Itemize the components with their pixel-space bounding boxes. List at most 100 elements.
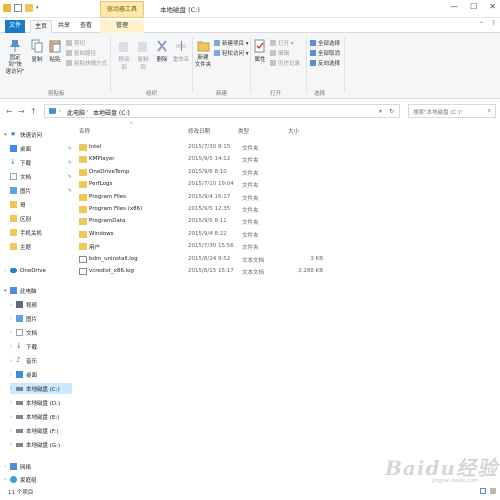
file-name: Program Files (x86) (89, 206, 143, 212)
rename-button[interactable]: 重命名 (172, 39, 190, 63)
file-row[interactable]: Intel 2015/7/30 8:15 文件夹 (79, 142, 399, 153)
nav-homegroup[interactable]: › 家庭组 (4, 474, 72, 485)
chevron-down-icon[interactable]: ▾ (36, 4, 42, 12)
nav-quick-item[interactable]: ↓ 下载 ✎ (10, 157, 78, 168)
file-name: Windows (89, 230, 114, 237)
pin-icon: ✎ (67, 159, 72, 166)
nav-pc-item[interactable]: › ♪ 音乐 (10, 355, 78, 366)
file-row[interactable]: PerfLogs 2015/7/10 19:04 文件夹 (79, 179, 399, 190)
nav-quick-item[interactable]: 文档 ✎ (10, 171, 78, 182)
search-input[interactable]: 搜索"本地磁盘 (C:)" ⌕ (408, 104, 496, 118)
copy-to-button[interactable]: 复制到 (135, 39, 151, 71)
nav-label: 主题 (20, 244, 32, 251)
new-folder-button[interactable]: 新建 文件夹 (194, 39, 212, 69)
properties-icon[interactable] (14, 4, 22, 12)
tab-manage[interactable]: 管理 (100, 20, 144, 33)
address-dropdown-icon[interactable]: ▾ (379, 108, 382, 115)
breadcrumb-this-pc[interactable]: 此电脑 (67, 108, 85, 117)
invert-selection-button[interactable]: 反向选择 (310, 59, 340, 67)
properties-button[interactable]: 属性 (253, 39, 267, 63)
history-button[interactable]: 历史记录 (270, 59, 300, 67)
nav-pc-item[interactable]: › 本地磁盘 (F:) (10, 425, 78, 436)
nav-pc-item[interactable]: › 本地磁盘 (C:) (10, 383, 72, 394)
up-button[interactable]: ↑ (30, 107, 37, 116)
details-view-icon[interactable] (480, 488, 486, 494)
nav-quick-access[interactable]: ▾ ★ 快速访问 (4, 129, 72, 140)
nav-label: 区别 (20, 216, 32, 223)
maximize-button[interactable]: ☐ (470, 2, 477, 11)
select-all-button[interactable]: 全部选择 (310, 39, 340, 47)
nav-quick-item[interactable]: 图片 ✎ (10, 185, 78, 196)
back-button[interactable]: ← (6, 107, 13, 116)
nav-label: 视频 (26, 302, 38, 309)
copy-path-button[interactable]: 复制路径 (66, 49, 96, 57)
breadcrumb-separator: › (86, 108, 89, 115)
nav-pc-item[interactable]: › 图片 (10, 313, 78, 324)
select-none-button[interactable]: 全部取消 (310, 49, 340, 57)
ribbon-collapse-button[interactable]: ⌃ (479, 21, 484, 28)
nav-pc-item[interactable]: › 文档 (10, 327, 78, 338)
tab-view[interactable]: 查看 (77, 20, 95, 33)
column-header-date[interactable]: 修改日期 (188, 127, 210, 135)
column-header-type[interactable]: 类型 (238, 127, 249, 135)
nav-quick-item[interactable]: 主题 (10, 241, 78, 252)
nav-quick-item[interactable]: 区别 (10, 213, 78, 224)
file-row[interactable]: 用户 2015/7/30 15:56 文件夹 (79, 241, 399, 252)
nav-quick-item[interactable]: 哥 (10, 199, 78, 210)
pin-quick-access-button[interactable]: 固定到"快 速访问" (4, 39, 26, 76)
nav-pc-item[interactable]: › 本地磁盘 (G:) (10, 439, 78, 450)
help-button[interactable]: ? (492, 20, 495, 27)
open-button[interactable]: 打开 ▾ (270, 39, 294, 47)
column-header-name[interactable]: 名称 (79, 127, 90, 135)
tab-share[interactable]: 共享 (55, 20, 73, 33)
refresh-icon[interactable]: ↻ (389, 108, 394, 115)
folder-icon (79, 230, 87, 238)
edit-button[interactable]: 编辑 (270, 49, 289, 57)
file-row[interactable]: Windows 2015/9/4 8:22 文件夹 (79, 229, 399, 240)
file-row[interactable]: OneDriveTemp 2015/9/6 8:10 文件夹 (79, 167, 399, 178)
nav-pc-item[interactable]: › 本地磁盘 (E:) (10, 411, 78, 422)
address-bar[interactable]: › 此电脑 › 本地磁盘 (C:) › ▾ ↻ (44, 104, 400, 118)
nav-quick-item[interactable]: 手机关机 (10, 227, 78, 238)
document-icon (16, 329, 23, 336)
tab-home[interactable]: 主页 (30, 20, 52, 33)
cut-icon (66, 40, 72, 46)
forward-button[interactable]: → (18, 107, 25, 116)
nav-network[interactable]: › 网络 (4, 461, 72, 472)
file-row[interactable]: vcredist_x86.log 2015/8/15 15:17 文本文档 2,288… (79, 266, 399, 277)
cut-button[interactable]: 剪切 (66, 39, 85, 47)
new-item-label: 新建项目 ▾ (222, 41, 249, 47)
nav-onedrive[interactable]: › OneDrive (4, 265, 72, 276)
ribbon-separator (110, 37, 111, 93)
delete-button[interactable]: 删除 (154, 39, 170, 63)
paste-button[interactable]: 粘贴 (47, 39, 63, 63)
file-date: 2015/7/30 8:15 (188, 144, 231, 150)
file-row[interactable]: KMPlayer 2015/9/5 14:12 文件夹 (79, 154, 399, 165)
nav-quick-item[interactable]: 桌面 ✎ (10, 143, 78, 154)
breadcrumb-local-disk[interactable]: 本地磁盘 (C:) (93, 108, 130, 117)
tab-file[interactable]: 文件 (5, 20, 25, 33)
folder-icon (10, 243, 17, 250)
file-type: 文件夹 (242, 158, 259, 165)
move-to-button[interactable]: 移动到 (116, 39, 132, 71)
folder-icon (10, 201, 17, 208)
nav-pc-item[interactable]: › ↓ 下载 (10, 341, 78, 352)
column-header-size[interactable]: 大小 (288, 127, 299, 135)
close-button[interactable]: ✕ (489, 2, 496, 11)
minimize-button[interactable]: — (450, 2, 458, 11)
large-icons-view-icon[interactable] (490, 488, 496, 494)
file-row[interactable]: Program Files (x86) 2015/9/5 12:35 文件夹 (79, 204, 399, 215)
ribbon-separator (192, 37, 193, 93)
file-row[interactable]: bdm_uninstall.log 2015/8/24 9:52 文本文档 3 KB (79, 254, 399, 265)
new-item-button[interactable]: 新建项目 ▾ (214, 39, 249, 47)
nav-pc-item[interactable]: › 视频 (10, 299, 78, 310)
nav-pc-item[interactable]: › 本地磁盘 (D:) (10, 397, 78, 408)
easy-access-button[interactable]: 轻松访问 ▾ (214, 49, 249, 57)
file-row[interactable]: Program Files 2015/9/4 16:17 文件夹 (79, 192, 399, 203)
nav-pc-item[interactable]: › 桌面 (10, 369, 78, 380)
nav-this-pc[interactable]: ▾ 此电脑 (4, 285, 72, 296)
new-folder-icon[interactable] (25, 4, 33, 12)
file-row[interactable]: ProgramData 2015/9/5 8:11 文件夹 (79, 216, 399, 227)
copy-button[interactable]: 复制 (30, 39, 44, 63)
paste-shortcut-button[interactable]: 粘贴快捷方式 (66, 59, 107, 67)
